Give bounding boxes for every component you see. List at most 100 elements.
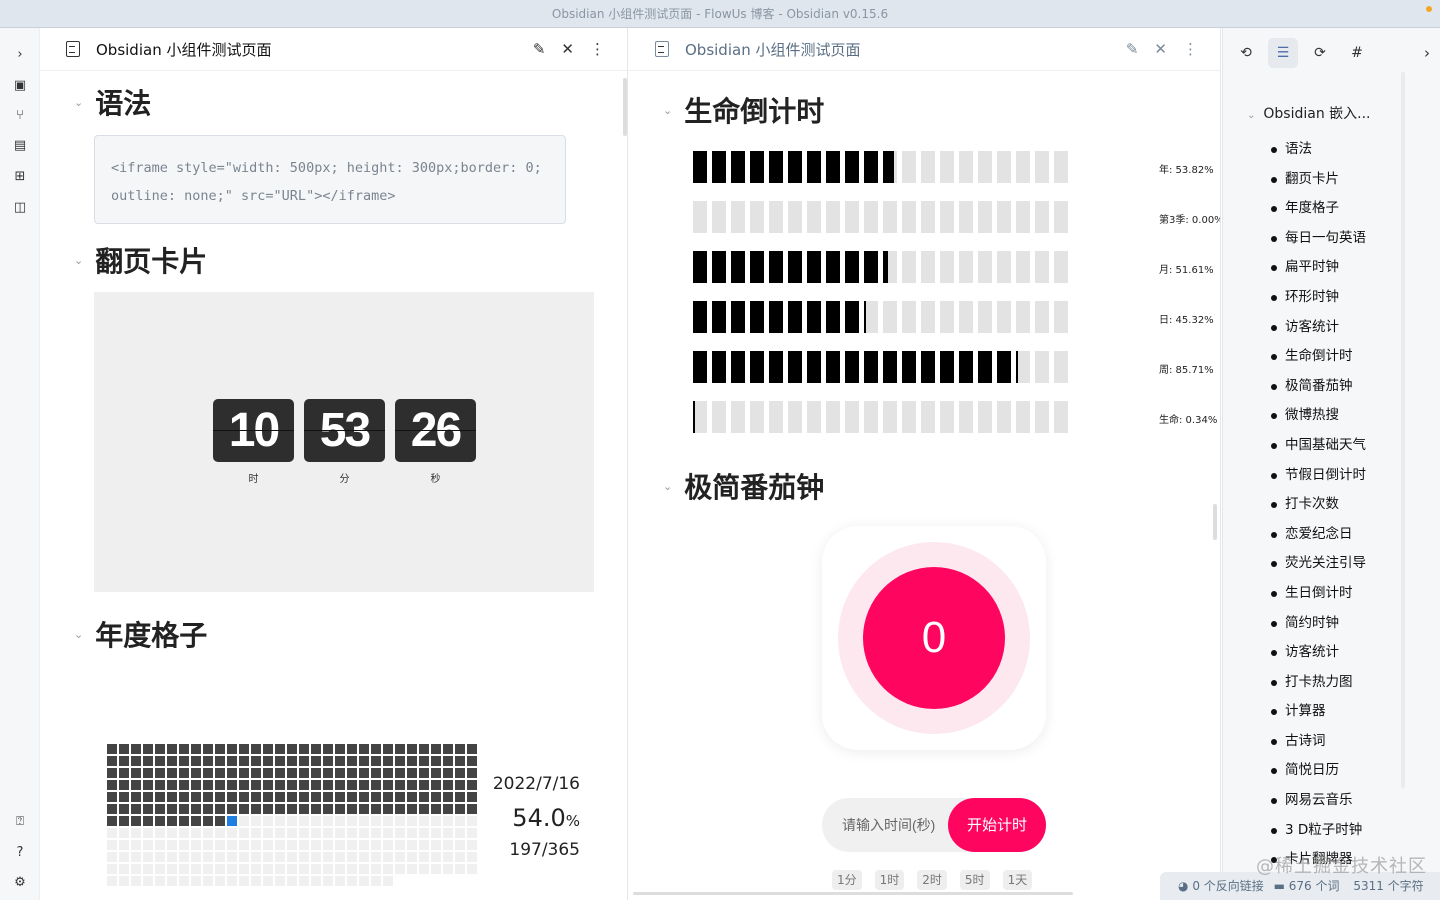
left-scrollbar[interactable] <box>623 78 627 136</box>
year-day-cell <box>227 744 237 754</box>
backlink-count[interactable]: 0 个反向链接 <box>1192 879 1263 893</box>
graph-icon[interactable]: ⑂ <box>10 105 30 125</box>
preset-chip[interactable]: 1分 <box>832 870 862 890</box>
document-icon <box>655 41 669 57</box>
tag-icon[interactable]: # <box>1342 38 1372 68</box>
outline-item[interactable]: 计算器 <box>1247 697 1371 727</box>
middle-scrollbar[interactable] <box>1213 504 1217 540</box>
document-icon <box>66 41 80 57</box>
outline-scrollbar[interactable] <box>1401 72 1405 788</box>
middle-view-title[interactable]: Obsidian 小组件测试页面 <box>685 39 860 60</box>
close-icon[interactable]: ✕ <box>561 40 574 58</box>
year-day-cell <box>299 792 309 802</box>
life-bar-segment <box>997 151 1011 183</box>
outline-icon[interactable]: ☰ <box>1268 38 1298 68</box>
start-timer-button[interactable]: 开始计时 <box>948 798 1046 852</box>
slides-icon[interactable]: ▤ <box>10 135 30 155</box>
outline-item[interactable]: 微博热搜 <box>1247 401 1371 431</box>
year-day-cell <box>119 804 129 814</box>
more-options-icon[interactable]: ⋮ <box>1183 40 1198 58</box>
outline-item-label: 访客统计 <box>1285 644 1339 661</box>
outline-item[interactable]: 恋爱纪念日 <box>1247 520 1371 550</box>
more-options-icon[interactable]: ⋮ <box>590 40 605 58</box>
pomodoro-counter[interactable]: 0 <box>863 567 1005 709</box>
left-view-title[interactable]: Obsidian 小组件测试页面 <box>96 39 271 60</box>
outline-item[interactable]: 打卡次数 <box>1247 490 1371 520</box>
close-icon[interactable]: ✕ <box>1154 40 1167 58</box>
grid-icon[interactable]: ⊞ <box>10 166 30 186</box>
backlink-icon[interactable]: ⟲ <box>1231 38 1261 68</box>
collapse-chevron-icon[interactable]: ⌄ <box>663 104 672 117</box>
outline-item[interactable]: 生日倒计时 <box>1247 579 1371 609</box>
outline-item[interactable]: 语法 <box>1247 135 1371 165</box>
file-search-icon[interactable]: ▣ <box>10 75 30 95</box>
edit-icon[interactable]: ✎ <box>533 40 546 58</box>
year-day-cell <box>179 780 189 790</box>
year-day-cell <box>143 768 153 778</box>
year-day-cell <box>227 840 237 850</box>
settings-icon[interactable]: ⚙ <box>10 872 30 892</box>
life-bar-segment <box>997 251 1011 283</box>
collapse-chevron-icon[interactable]: ⌄ <box>663 480 672 493</box>
year-day-cell <box>419 744 429 754</box>
preset-chip[interactable]: 1时 <box>874 870 905 890</box>
outgoing-link-icon[interactable]: ⟳ <box>1305 38 1335 68</box>
outline-item[interactable]: 每日一句英语 <box>1247 224 1371 254</box>
year-day-cell <box>323 804 333 814</box>
preset-chip[interactable]: 5时 <box>959 870 990 890</box>
outline-item[interactable]: 打卡热力图 <box>1247 668 1371 698</box>
outline-item[interactable]: 荧光关注引导 <box>1247 549 1371 579</box>
edit-icon[interactable]: ✎ <box>1126 40 1139 58</box>
help-vault-icon[interactable]: ⍰ <box>10 811 30 831</box>
horizontal-scrollbar[interactable] <box>633 892 1073 895</box>
outline-item[interactable]: 访客统计 <box>1247 313 1371 343</box>
outline-item[interactable]: 极简番茄钟 <box>1247 372 1371 402</box>
outline-item[interactable]: 生命倒计时 <box>1247 342 1371 372</box>
life-bar-segment <box>788 401 802 433</box>
outline-item[interactable]: 翻页卡片 <box>1247 165 1371 195</box>
year-day-cell <box>359 864 369 874</box>
year-day-cell <box>227 792 237 802</box>
year-day-cell <box>119 756 129 766</box>
year-day-cell <box>131 828 141 838</box>
year-day-cell <box>155 876 165 886</box>
help-icon[interactable]: ? <box>10 842 30 862</box>
year-day-cell <box>443 804 453 814</box>
chevron-right-icon[interactable]: › <box>10 44 30 64</box>
outline-item[interactable]: 中国基础天气 <box>1247 431 1371 461</box>
outline-item[interactable]: 简约时钟 <box>1247 609 1371 639</box>
year-day-cell <box>287 744 297 754</box>
year-day-cell <box>347 864 357 874</box>
year-day-cell <box>203 768 213 778</box>
collapse-chevron-icon[interactable]: ⌄ <box>74 628 83 641</box>
chevron-right-icon[interactable]: › <box>1424 44 1430 62</box>
life-bar-segment <box>750 151 764 183</box>
outline-item[interactable]: 网易云音乐 <box>1247 786 1371 816</box>
year-day-cell <box>167 816 177 826</box>
year-day-cell <box>251 744 261 754</box>
outline-item[interactable]: 3 D粒子时钟 <box>1247 816 1371 846</box>
year-day-cell <box>347 804 357 814</box>
year-day-cell <box>419 864 429 874</box>
outline-root[interactable]: ⌄ Obsidian 嵌入... <box>1247 103 1371 123</box>
outline-item[interactable]: 扁平时钟 <box>1247 253 1371 283</box>
collapse-chevron-icon[interactable]: ⌄ <box>74 96 83 109</box>
preset-chip[interactable]: 2时 <box>917 870 947 890</box>
year-day-cell <box>119 876 129 886</box>
life-bar-segment <box>959 201 973 233</box>
outline-item[interactable]: 年度格子 <box>1247 194 1371 224</box>
preset-chip[interactable]: 1天 <box>1002 870 1033 890</box>
outline-item[interactable]: 简悦日历 <box>1247 756 1371 786</box>
sidebar-icon[interactable]: ◫ <box>10 197 30 217</box>
collapse-chevron-icon[interactable]: ⌄ <box>74 254 83 267</box>
life-bar-segment <box>902 301 916 333</box>
life-bar-segment <box>864 151 878 183</box>
year-day-cell <box>239 756 249 766</box>
outline-item[interactable]: 古诗词 <box>1247 727 1371 757</box>
year-day-cell <box>263 840 273 850</box>
year-day-cell <box>383 840 393 850</box>
outline-item[interactable]: 节假日倒计时 <box>1247 461 1371 491</box>
outline-item[interactable]: 环形时钟 <box>1247 283 1371 313</box>
outline-item[interactable]: 访客统计 <box>1247 638 1371 668</box>
year-day-cell <box>371 780 381 790</box>
